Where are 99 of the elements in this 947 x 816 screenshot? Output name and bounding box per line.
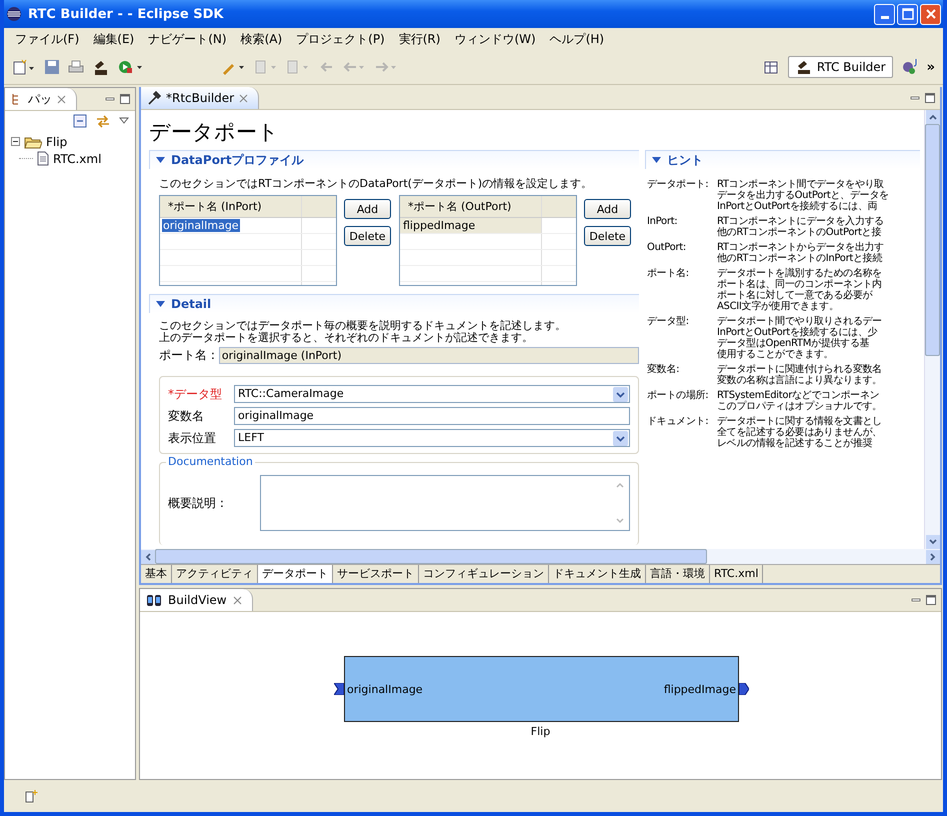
- close-icon: [924, 8, 936, 20]
- print-icon[interactable]: [68, 59, 84, 75]
- field-label: *データ型: [168, 386, 223, 402]
- port-label: flippedImage: [664, 682, 736, 696]
- close-icon[interactable]: [57, 94, 66, 104]
- minimize-icon: [880, 16, 888, 18]
- run-icon[interactable]: [118, 59, 144, 75]
- scroll-left-icon[interactable]: [141, 550, 155, 564]
- hint-text: データポート間でやり取りされるデー InPortとOutPortを接続するには、少 データ型はOpenRTMが提供する基 使用することができます。: [717, 316, 883, 360]
- expand-triangle-icon: [156, 157, 165, 163]
- hammer-icon: [147, 91, 161, 105]
- view-menu-icon[interactable]: [119, 117, 129, 125]
- editor-tab[interactable]: *RtcBuilder: [141, 87, 260, 109]
- scroll-down-icon[interactable]: [926, 535, 940, 549]
- close-button[interactable]: [920, 4, 941, 24]
- folder-icon: [24, 134, 42, 148]
- hint-label: データポート:: [647, 179, 710, 192]
- file-icon: [37, 151, 49, 166]
- perspective-button[interactable]: RTC Builder: [788, 56, 893, 78]
- delete-button[interactable]: Delete: [344, 226, 391, 246]
- menu-item[interactable]: ヘルプ(H): [542, 30, 612, 48]
- hint-text: RTコンポーネントにデータを入力する 他のRTコンポーネントのOutPortと接: [717, 216, 885, 238]
- hint-label: 変数名:: [647, 364, 680, 377]
- close-icon[interactable]: [232, 596, 242, 604]
- dropdown[interactable]: LEFT: [234, 429, 630, 447]
- page-tab[interactable]: コンフィギュレーション: [419, 565, 549, 583]
- page-tab[interactable]: RTC.xml: [710, 565, 764, 583]
- horizontal-scrollbar[interactable]: [141, 549, 940, 564]
- binoculars-icon: [146, 593, 162, 607]
- port-label: originalImage: [347, 682, 423, 696]
- hint-label: ポート名:: [647, 268, 690, 281]
- page-tab[interactable]: 基本: [141, 565, 172, 583]
- add-button[interactable]: Add: [584, 199, 631, 219]
- expand-triangle-icon: [652, 157, 661, 163]
- minimize-button[interactable]: [874, 4, 895, 24]
- eclipse-icon: [6, 6, 22, 22]
- field-label: 表示位置: [168, 430, 217, 446]
- port-name-field[interactable]: originalImage (InPort): [218, 347, 639, 364]
- menu-item[interactable]: 編集(E): [86, 30, 142, 48]
- delete-button[interactable]: Delete: [584, 226, 631, 246]
- window-title: RTC Builder - - Eclipse SDK: [28, 6, 224, 22]
- maximize-icon: [902, 8, 914, 20]
- scroll-up-icon[interactable]: [926, 110, 940, 124]
- collapse-toggle-icon[interactable]: [11, 137, 20, 146]
- hint-label: InPort:: [647, 216, 678, 229]
- table-cell[interactable]: originalImage: [162, 219, 240, 232]
- section-description: このセクションではRTコンポーネントのDataPort(データポート)の情報を設定します。: [159, 176, 594, 191]
- menu-item[interactable]: ウィンドウ(W): [447, 30, 543, 48]
- hint-label: データ型:: [647, 316, 690, 329]
- hint-label: ポートの場所:: [647, 390, 710, 403]
- save-icon[interactable]: [44, 59, 60, 75]
- menu-item[interactable]: 検索(A): [234, 30, 290, 48]
- menu-item[interactable]: ファイル(F): [8, 30, 86, 48]
- hammer-icon[interactable]: [92, 58, 110, 76]
- hint-text: RTコンポーネント間でデータをやり取 データを出力するOutPortと、データを InPortとOutPortを接続するには、両: [717, 179, 890, 212]
- component-name: Flip: [530, 725, 550, 738]
- field-label: 変数名: [168, 408, 205, 424]
- page-tab[interactable]: データポート: [258, 565, 333, 583]
- hint-label: OutPort:: [647, 242, 687, 255]
- hint-text: データポートを識別するための名称を ポート名は、同一のコンポーネント内 ポート名に対して一意である必要が ASCII文字が使用できます。: [717, 268, 883, 312]
- maximize-icon[interactable]: [924, 92, 936, 104]
- link-arrows-icon[interactable]: [95, 114, 111, 128]
- menu-item[interactable]: プロジェクト(P): [289, 30, 392, 48]
- page-tab[interactable]: ドキュメント生成: [549, 565, 646, 583]
- hint-text: RTSystemEditorなどでコンポーネン このプロパティはオプショナルです。: [717, 390, 883, 412]
- add-button[interactable]: Add: [344, 199, 391, 219]
- scroll-right-icon[interactable]: [926, 550, 940, 564]
- view-tab[interactable]: BuildView: [140, 589, 253, 611]
- view-tab[interactable]: パッ: [5, 88, 77, 110]
- hint-text: RTコンポーネントからデータを出力す 他のRTコンポーネントのInPortと接続: [717, 242, 885, 264]
- vertical-scrollbar[interactable]: [924, 110, 940, 549]
- field-label: 概要説明 :: [168, 494, 225, 512]
- section-header[interactable]: DataPortプロファイル: [149, 150, 639, 169]
- new-file-icon[interactable]: [12, 59, 36, 75]
- maximize-icon[interactable]: [925, 594, 937, 606]
- more-perspectives-button[interactable]: »: [926, 60, 935, 74]
- maximize-button[interactable]: [897, 4, 918, 24]
- maximize-icon[interactable]: [119, 93, 131, 105]
- page-tab[interactable]: 言語・環境: [646, 565, 710, 583]
- section-header[interactable]: ヒント: [645, 150, 920, 169]
- input-field[interactable]: originalImage: [234, 407, 630, 425]
- menu-item[interactable]: ナビゲート(N): [141, 30, 234, 48]
- hint-label: ドキュメント:: [647, 416, 710, 429]
- group-title: Documentation: [166, 455, 255, 468]
- section-description: このセクションではデータポート毎の概要を説明するドキュメントを記述します。 上のデータポートを選択すると、それぞれのドキュメントが記述できます。: [159, 320, 567, 344]
- tree-item[interactable]: Flip: [46, 134, 68, 148]
- close-icon[interactable]: [239, 94, 248, 102]
- expand-triangle-icon: [156, 301, 165, 307]
- collapse-all-icon[interactable]: [73, 114, 87, 128]
- field-label: ポート名 :: [159, 347, 215, 364]
- component-block[interactable]: originalImage flippedImage: [344, 656, 739, 722]
- hint-text: データポートに関する情報を文書とし 全てを記述する必要はありませんが、 レベルの情報を記述することが推奨: [717, 416, 883, 449]
- dropdown[interactable]: RTC::CameraImage: [234, 385, 630, 403]
- tree-item[interactable]: RTC.xml: [53, 152, 102, 166]
- menu-item[interactable]: 実行(R): [392, 30, 448, 48]
- page-title: データポート: [149, 119, 280, 146]
- section-header[interactable]: Detail: [149, 294, 639, 313]
- page-tab[interactable]: サービスポート: [333, 565, 419, 583]
- hint-text: データポートに関連付けられる変数名 変数の名称は言語により異なります。: [717, 364, 883, 386]
